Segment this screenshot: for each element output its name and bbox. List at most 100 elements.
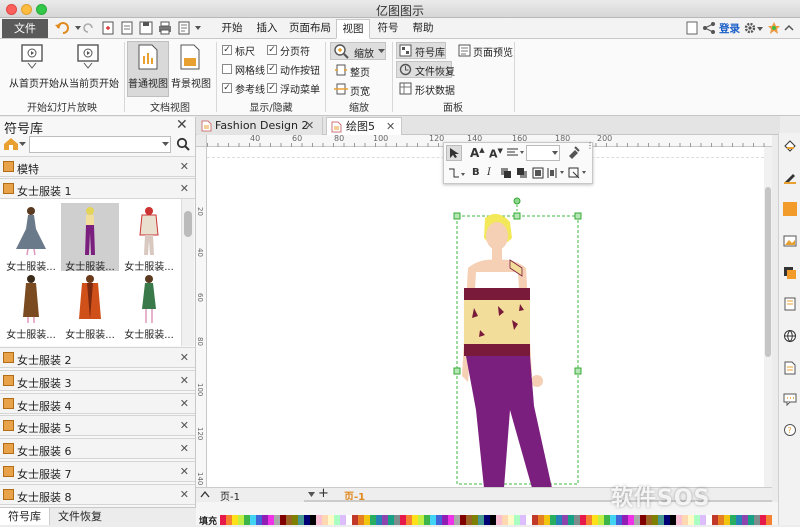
resize-handle[interactable] [453, 367, 461, 375]
background-view-button[interactable]: 背景视图 [170, 75, 212, 90]
library-item-selected[interactable]: 女士服装... [61, 203, 119, 273]
doc-tab-close-icon[interactable]: ✕ [386, 118, 395, 135]
page-setup-icon[interactable] [783, 297, 797, 311]
search-icon[interactable] [176, 137, 190, 151]
zoom-icon[interactable] [333, 43, 349, 59]
category-close-icon[interactable]: ✕ [180, 374, 189, 387]
category-close-icon[interactable]: ✕ [180, 419, 189, 432]
category-close-icon[interactable]: ✕ [180, 351, 189, 364]
library-button[interactable]: 符号库 [415, 44, 445, 59]
category-women-8[interactable]: 女士服装 8 ✕ [0, 484, 195, 505]
font-grow-icon[interactable]: A▲ [470, 146, 485, 160]
tab-page-layout[interactable]: 页面布局 [286, 19, 334, 39]
new-file-icon[interactable] [101, 21, 115, 35]
page-dropdown-icon[interactable] [308, 492, 315, 498]
share-icon[interactable] [702, 21, 716, 35]
replace-shape-icon[interactable] [568, 167, 588, 179]
slideshow-from-first-icon[interactable] [21, 44, 43, 70]
group-icon[interactable] [532, 167, 544, 179]
line-style-icon[interactable] [783, 170, 797, 184]
help-icon[interactable]: ? [783, 423, 797, 437]
add-page-icon[interactable]: + [318, 486, 329, 501]
category-women-5[interactable]: 女士服装 5 ✕ [0, 415, 195, 436]
collapse-ribbon-icon[interactable] [783, 21, 795, 35]
export-icon[interactable] [177, 21, 191, 35]
actionbtn-checkbox[interactable]: ✓ [267, 64, 277, 74]
open-file-icon[interactable] [120, 21, 134, 35]
selected-shape-model[interactable] [450, 196, 586, 488]
layers-icon[interactable] [783, 266, 797, 280]
slideshow-from-current-button[interactable]: 从当前页开始 [58, 75, 120, 90]
zoom-button[interactable]: 缩放 [354, 45, 374, 60]
category-models[interactable]: 模特 ✕ [0, 156, 195, 177]
login-link[interactable]: 登录 [719, 21, 740, 36]
resize-handle[interactable] [453, 212, 461, 220]
distribute-icon[interactable] [547, 167, 567, 179]
send-back-icon[interactable] [516, 167, 528, 179]
canvas-vertical-scrollbar[interactable] [764, 147, 772, 487]
color-swatches[interactable] [220, 515, 776, 525]
normal-view-icon[interactable] [138, 44, 158, 70]
pagebreak-checkbox[interactable]: ✓ [267, 45, 277, 55]
tab-help[interactable]: 帮助 [407, 19, 439, 39]
pagewidth-button[interactable]: 页宽 [350, 83, 370, 98]
home-icon[interactable] [3, 137, 19, 151]
category-close-icon[interactable]: ✕ [180, 160, 189, 173]
undo-icon[interactable] [54, 21, 72, 35]
undo-dropdown-icon[interactable] [74, 24, 82, 32]
fullpage-icon[interactable] [334, 63, 348, 77]
fill-bucket-icon[interactable] [783, 139, 797, 153]
category-close-icon[interactable]: ✕ [180, 488, 189, 501]
zoom-dropdown-icon[interactable] [378, 48, 385, 54]
doc-tab-drawing5[interactable]: 绘图5 ✕ [326, 117, 402, 135]
connector-icon[interactable] [448, 167, 466, 179]
ruler-checkbox[interactable]: ✓ [222, 45, 232, 55]
file-icon[interactable] [685, 21, 699, 35]
align-icon[interactable] [506, 148, 524, 158]
category-close-icon[interactable]: ✕ [180, 182, 189, 195]
category-women-1[interactable]: 女士服装 1 ✕ [0, 178, 195, 199]
fullpage-button[interactable]: 整页 [350, 64, 370, 79]
toolbar-more-icon[interactable]: ⋮ [586, 142, 594, 150]
tab-insert[interactable]: 插入 [250, 19, 284, 39]
pagewidth-icon[interactable] [334, 82, 348, 96]
normal-view-button[interactable]: 普通视图 [127, 75, 169, 90]
page-bar-collapse-icon[interactable] [200, 490, 210, 498]
tab-symbol[interactable]: 符号 [373, 19, 403, 39]
library-item[interactable]: 女士服装... [120, 271, 178, 341]
format-painter-icon[interactable] [566, 146, 580, 160]
library-search-input[interactable] [29, 136, 171, 153]
library-item[interactable]: 女士服装... [120, 203, 178, 273]
category-women-3[interactable]: 女士服装 3 ✕ [0, 370, 195, 391]
library-close-icon[interactable]: ✕ [176, 117, 188, 133]
print-icon[interactable] [158, 21, 172, 35]
guides-checkbox[interactable]: ✓ [222, 83, 232, 93]
category-close-icon[interactable]: ✕ [180, 465, 189, 478]
quick-access-dropdown-icon[interactable] [194, 24, 202, 32]
page-preview-button[interactable]: 页面预览 [473, 44, 513, 59]
library-item[interactable]: 女士服装... [61, 271, 119, 341]
save-icon[interactable] [139, 21, 153, 35]
settings-dropdown-icon[interactable] [756, 25, 764, 33]
document-properties-icon[interactable] [783, 361, 797, 375]
theme-icon[interactable] [767, 21, 781, 35]
library-grid-scrollbar[interactable] [181, 199, 194, 346]
category-close-icon[interactable]: ✕ [180, 442, 189, 455]
rotation-handle[interactable] [513, 197, 521, 205]
bring-front-icon[interactable] [500, 167, 512, 179]
category-women-6[interactable]: 女士服装 6 ✕ [0, 438, 195, 459]
tab-view[interactable]: 视图 [336, 19, 370, 39]
category-women-2[interactable]: 女士服装 2 ✕ [0, 347, 195, 368]
grid-checkbox[interactable] [222, 64, 232, 74]
page-preview-icon[interactable] [458, 44, 471, 57]
background-view-icon[interactable] [180, 44, 200, 70]
font-shrink-icon[interactable]: A▼ [489, 147, 503, 161]
tab-library[interactable]: 符号库 [0, 508, 50, 525]
home-dropdown-icon[interactable] [19, 141, 26, 147]
page-selector[interactable]: 页-1 [220, 488, 240, 503]
tab-file-recovery[interactable]: 文件恢复 [55, 508, 105, 525]
doc-tab-close-icon[interactable]: ✕ [305, 117, 314, 134]
tab-start[interactable]: 开始 [216, 19, 248, 39]
resize-handle[interactable] [513, 212, 521, 220]
resize-handle[interactable] [574, 367, 582, 375]
